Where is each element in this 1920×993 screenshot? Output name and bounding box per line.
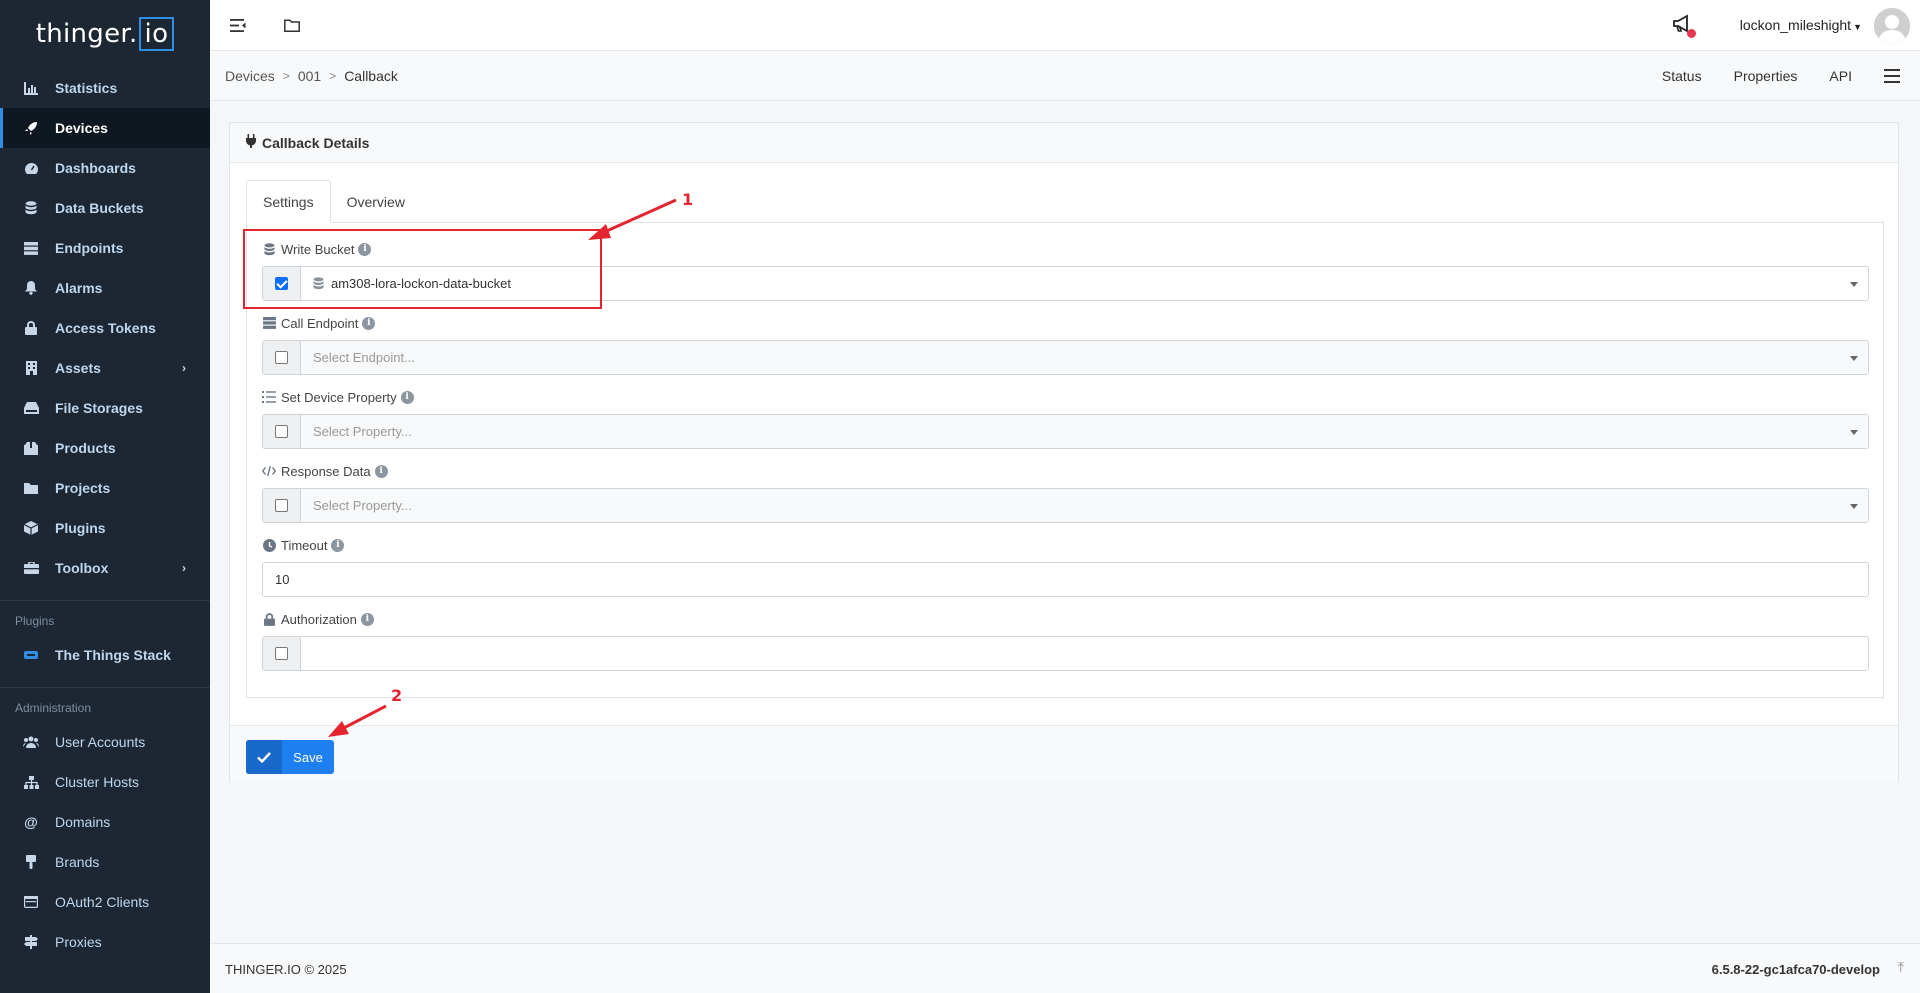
version: 6.5.8-22-gc1afca70-develop [1711,962,1880,977]
annotation-arrow-2-head [328,721,349,737]
annotation-number-1: 1 [682,190,694,209]
copyright: THINGER.IO © 2025 [225,962,347,977]
arrow-up-icon[interactable]: ⤒ [1898,959,1904,976]
annotation-arrow-1-head [588,224,611,240]
annotation-arrow-1-line [599,198,677,236]
annotation-number-2: 2 [391,686,403,705]
page-footer: THINGER.IO © 2025 6.5.8-22-gc1afca70-dev… [210,943,1920,993]
annotation-arrow-2-line [339,704,387,732]
tab-settings[interactable]: Settings [246,180,331,223]
annotation-arrows [328,198,677,737]
